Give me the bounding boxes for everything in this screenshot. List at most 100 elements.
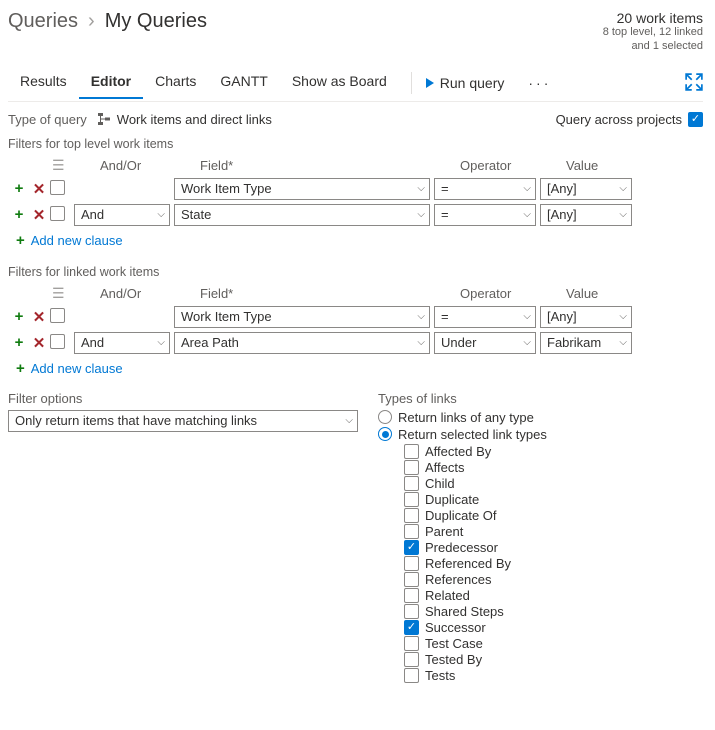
link-type-checkbox[interactable] <box>404 460 419 475</box>
link-type-checkbox[interactable] <box>404 588 419 603</box>
delete-row-button[interactable]: ✕ <box>30 180 48 198</box>
radio-selected-types[interactable] <box>378 427 392 441</box>
radio-any-type[interactable] <box>378 410 392 424</box>
type-of-query-label: Type of query <box>8 112 87 127</box>
link-type-label: Affected By <box>425 444 491 459</box>
link-type-item: Child <box>404 476 703 491</box>
tab-gantt[interactable]: GANTT <box>208 67 279 99</box>
link-type-label: Test Case <box>425 636 483 651</box>
operator-select[interactable]: =⌵ <box>434 306 536 328</box>
link-type-label: Referenced By <box>425 556 511 571</box>
link-type-checkbox[interactable] <box>404 476 419 491</box>
link-type-item: Shared Steps <box>404 604 703 619</box>
chevron-down-icon: ⌵ <box>417 337 425 348</box>
breadcrumb-parent[interactable]: Queries <box>8 10 78 33</box>
field-select[interactable]: State⌵ <box>174 204 430 226</box>
field-select[interactable]: Work Item Type⌵ <box>174 306 430 328</box>
more-actions-button[interactable]: ··· <box>524 75 555 91</box>
link-type-checkbox[interactable] <box>404 556 419 571</box>
link-type-checkbox[interactable] <box>404 572 419 587</box>
add-row-button[interactable]: + <box>10 206 28 224</box>
row-checkbox[interactable] <box>50 180 65 195</box>
link-type-checkbox[interactable] <box>404 636 419 651</box>
tab-charts[interactable]: Charts <box>143 67 208 99</box>
field-select[interactable]: Work Item Type⌵ <box>174 178 430 200</box>
breadcrumb-current[interactable]: My Queries <box>105 10 207 33</box>
col-value: Value <box>562 158 658 173</box>
plus-icon: + <box>16 360 25 377</box>
summary-count: 20 work items <box>603 10 703 26</box>
link-type-label: Parent <box>425 524 463 539</box>
add-row-button[interactable]: + <box>10 308 28 326</box>
col-field: Field* <box>196 286 456 301</box>
link-type-item: Predecessor <box>404 540 703 555</box>
col-operator: Operator <box>456 286 562 301</box>
tab-results[interactable]: Results <box>8 67 79 99</box>
link-type-checkbox[interactable] <box>404 668 419 683</box>
chevron-down-icon: ⌵ <box>417 183 425 194</box>
link-type-item: Related <box>404 588 703 603</box>
breadcrumb: Queries › My Queries <box>8 10 207 33</box>
link-type-checkbox[interactable] <box>404 508 419 523</box>
linked-filters-label: Filters for linked work items <box>8 265 703 279</box>
value-select[interactable]: [Any]⌵ <box>540 204 632 226</box>
link-type-checkbox[interactable] <box>404 620 419 635</box>
andor-select[interactable]: And⌵ <box>74 204 170 226</box>
tab-editor[interactable]: Editor <box>79 67 143 99</box>
row-checkbox[interactable] <box>50 308 65 323</box>
andor-select[interactable]: And⌵ <box>74 332 170 354</box>
chevron-down-icon: ⌵ <box>619 183 627 194</box>
delete-row-button[interactable]: ✕ <box>30 308 48 326</box>
add-clause-label: Add new clause <box>31 361 123 376</box>
link-type-label: Affects <box>425 460 465 475</box>
linked-items-icon <box>97 112 111 126</box>
value-select[interactable]: [Any]⌵ <box>540 306 632 328</box>
field-select[interactable]: Area Path⌵ <box>174 332 430 354</box>
separator <box>411 72 412 94</box>
add-row-button[interactable]: + <box>10 334 28 352</box>
link-type-label: Tests <box>425 668 455 683</box>
query-across-projects-checkbox[interactable] <box>688 112 703 127</box>
link-type-item: Parent <box>404 524 703 539</box>
value-select[interactable]: Fabrikam⌵ <box>540 332 632 354</box>
expand-button[interactable] <box>685 73 703 94</box>
filter-row: +✕ Work Item Type⌵=⌵[Any]⌵ <box>8 176 703 202</box>
link-type-label: References <box>425 572 491 587</box>
delete-row-button[interactable]: ✕ <box>30 334 48 352</box>
value-select[interactable]: [Any]⌵ <box>540 178 632 200</box>
tab-show-as-board[interactable]: Show as Board <box>280 67 399 99</box>
chevron-down-icon: ⌵ <box>157 209 165 220</box>
chevron-right-icon: › <box>88 10 95 33</box>
link-type-checkbox[interactable] <box>404 492 419 507</box>
link-type-checkbox[interactable] <box>404 540 419 555</box>
link-type-item: References <box>404 572 703 587</box>
operator-select[interactable]: Under⌵ <box>434 332 536 354</box>
filter-row: +✕ And⌵State⌵=⌵[Any]⌵ <box>8 202 703 228</box>
add-row-button[interactable]: + <box>10 180 28 198</box>
list-icon: ☰ <box>48 157 72 174</box>
chevron-down-icon: ⌵ <box>417 311 425 322</box>
link-type-item: Duplicate Of <box>404 508 703 523</box>
filter-options-select[interactable]: Only return items that have matching lin… <box>8 410 358 432</box>
link-type-label: Predecessor <box>425 540 498 555</box>
add-clause-linked[interactable]: + Add new clause <box>16 360 123 377</box>
delete-row-button[interactable]: ✕ <box>30 206 48 224</box>
chevron-down-icon: ⌵ <box>619 311 627 322</box>
link-type-item: Duplicate <box>404 492 703 507</box>
row-checkbox[interactable] <box>50 206 65 221</box>
play-icon <box>426 78 434 88</box>
link-type-checkbox[interactable] <box>404 652 419 667</box>
radio-selected-label: Return selected link types <box>398 427 547 442</box>
link-type-checkbox[interactable] <box>404 524 419 539</box>
operator-select[interactable]: =⌵ <box>434 204 536 226</box>
row-checkbox[interactable] <box>50 334 65 349</box>
link-type-checkbox[interactable] <box>404 444 419 459</box>
run-query-button[interactable]: Run query <box>424 71 507 95</box>
link-type-item: Test Case <box>404 636 703 651</box>
type-of-query-value[interactable]: Work items and direct links <box>97 112 272 127</box>
link-type-checkbox[interactable] <box>404 604 419 619</box>
operator-select[interactable]: =⌵ <box>434 178 536 200</box>
type-of-query-text: Work items and direct links <box>117 112 272 127</box>
add-clause-top[interactable]: + Add new clause <box>16 232 123 249</box>
expand-icon <box>685 73 703 91</box>
